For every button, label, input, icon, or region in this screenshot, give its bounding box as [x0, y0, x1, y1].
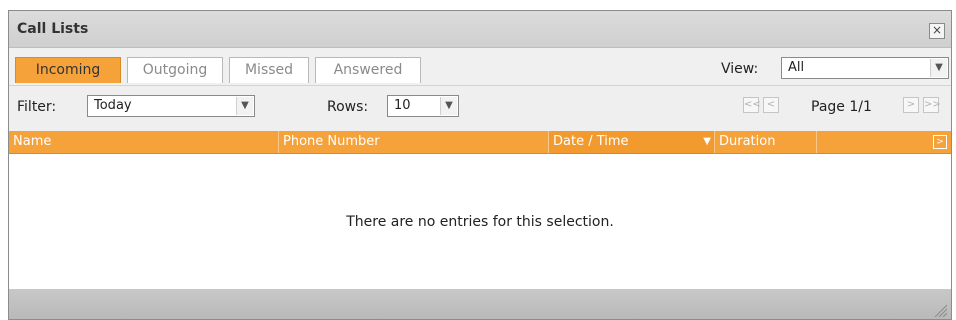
- rows-select[interactable]: 10 ▼: [387, 95, 459, 117]
- close-icon[interactable]: ×: [929, 23, 945, 39]
- table-header: Name Phone Number Date / Time ▼ Duration…: [9, 131, 951, 154]
- tab-outgoing[interactable]: Outgoing: [127, 57, 223, 83]
- rows-select-value: 10: [394, 98, 411, 113]
- view-label: View:: [721, 61, 759, 77]
- rows-label: Rows:: [327, 99, 369, 115]
- tab-answered[interactable]: Answered: [315, 57, 421, 83]
- tab-incoming[interactable]: Incoming: [15, 57, 121, 83]
- call-lists-window: Call Lists × Incoming Outgoing Missed An…: [8, 10, 952, 320]
- chevron-down-icon: ▼: [440, 97, 457, 115]
- chevron-down-icon: ▼: [930, 59, 947, 77]
- filter-select-value: Today: [94, 98, 132, 113]
- column-header-phone-number[interactable]: Phone Number: [279, 131, 549, 153]
- column-header-date-time[interactable]: Date / Time ▼: [549, 131, 715, 153]
- view-select-value: All: [788, 60, 805, 75]
- first-page-button[interactable]: <<: [743, 97, 761, 113]
- view-select[interactable]: All ▼: [781, 57, 949, 79]
- filter-select[interactable]: Today ▼: [87, 95, 255, 117]
- chevron-down-icon: ▼: [236, 97, 253, 115]
- tab-missed[interactable]: Missed: [229, 57, 309, 83]
- empty-message: There are no entries for this selection.: [346, 214, 614, 230]
- column-header-name[interactable]: Name: [9, 131, 279, 153]
- column-header-date-time-label: Date / Time: [553, 134, 629, 149]
- page-indicator: Page 1/1: [811, 99, 872, 115]
- filter-label: Filter:: [17, 99, 57, 115]
- title-bar: Call Lists ×: [9, 11, 951, 48]
- resize-grip-icon[interactable]: [933, 303, 947, 317]
- sort-desc-icon: ▼: [703, 136, 711, 147]
- column-picker-icon[interactable]: >: [933, 135, 947, 149]
- window-title: Call Lists: [17, 21, 89, 37]
- next-page-button[interactable]: >: [903, 97, 919, 113]
- table-body: There are no entries for this selection.: [9, 154, 951, 291]
- last-page-button[interactable]: >>: [923, 97, 941, 113]
- window-footer: [9, 289, 951, 319]
- column-header-duration[interactable]: Duration: [715, 131, 817, 153]
- prev-page-button[interactable]: <: [763, 97, 779, 113]
